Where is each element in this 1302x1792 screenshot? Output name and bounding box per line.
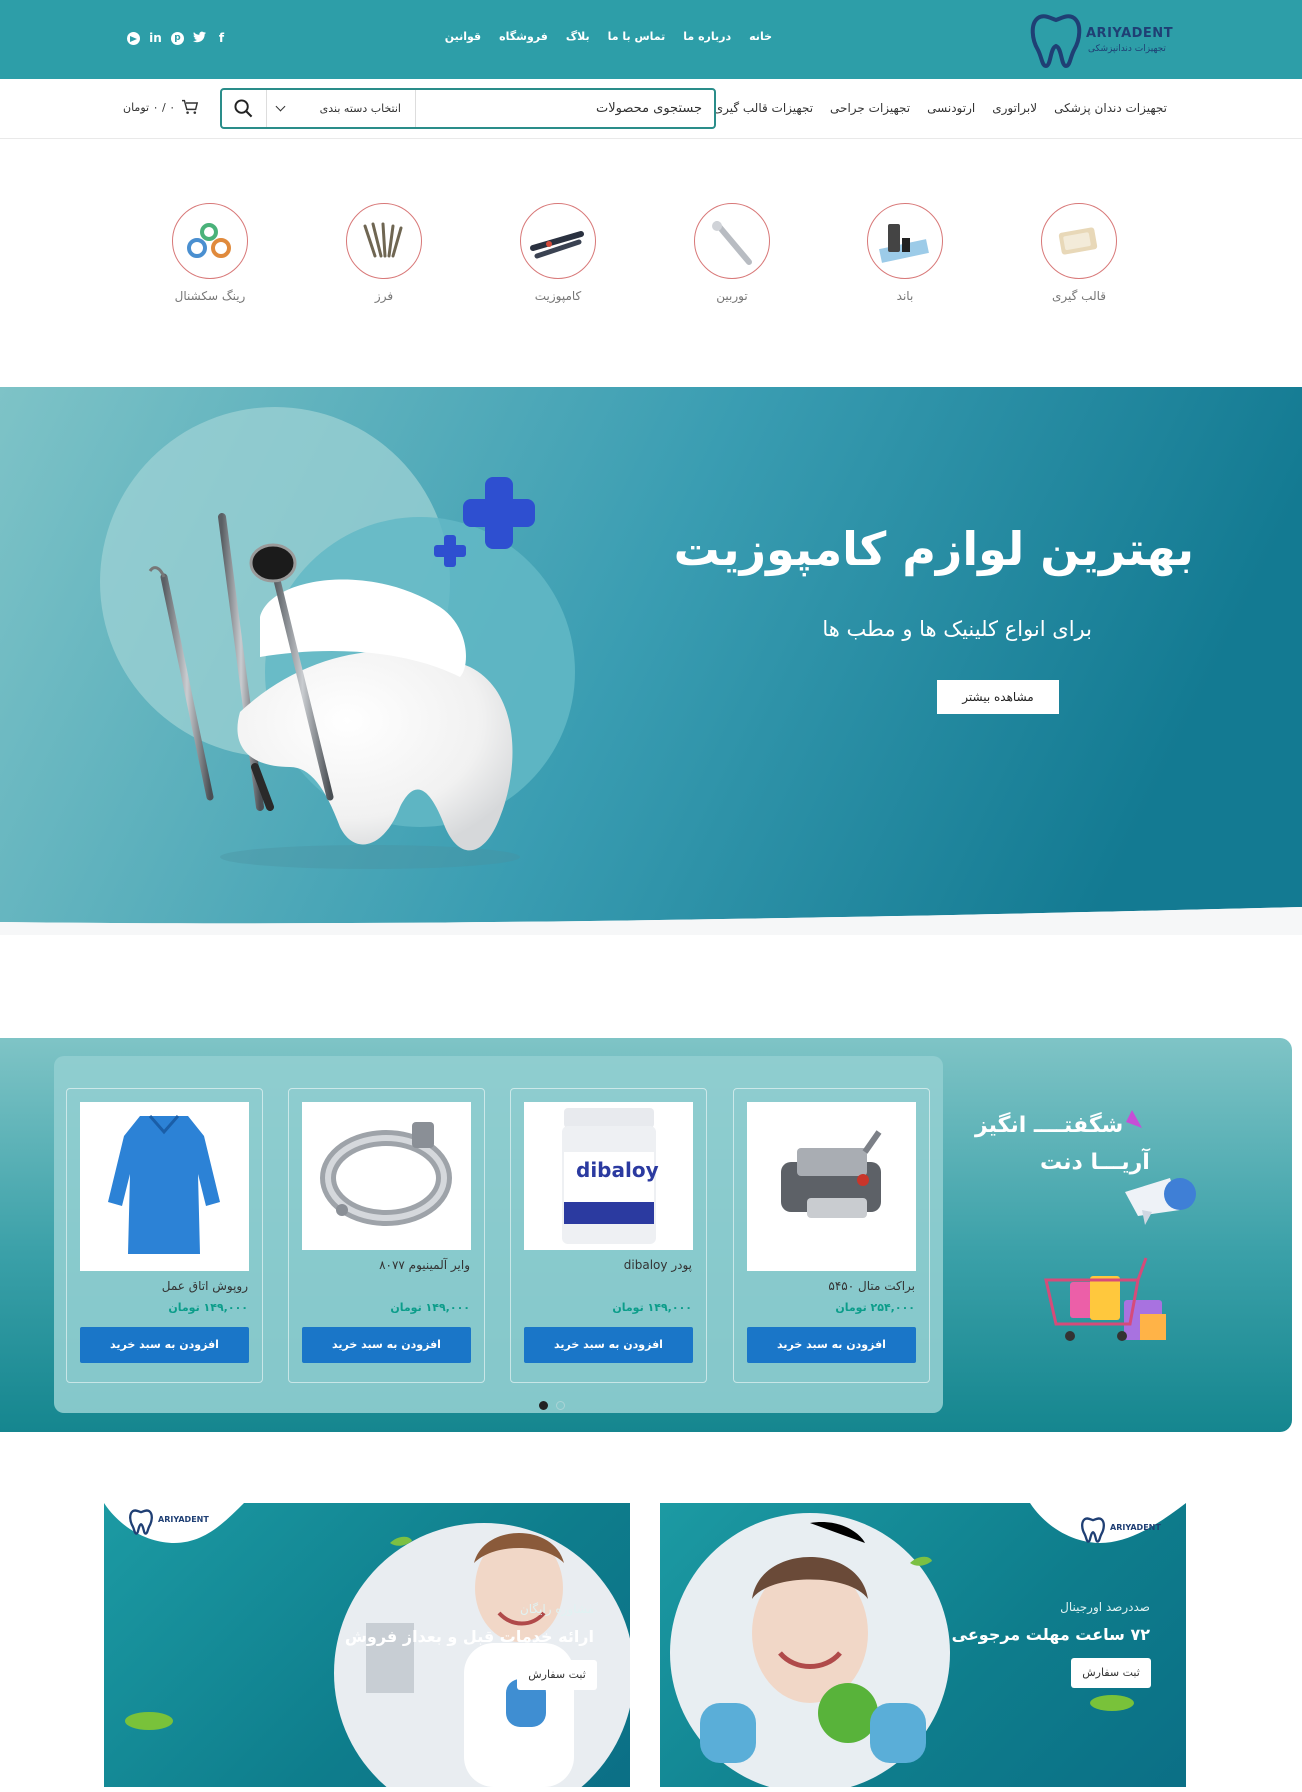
product-price: ۲۵۴,۰۰۰ تومان	[835, 1301, 915, 1314]
product-image-bracket	[747, 1102, 916, 1271]
category-circle-label: توربین	[716, 289, 748, 303]
promo-banner-return[interactable]: ARIYADENT صددرصد اورجینال ۷۲ ساعت مهلت م…	[660, 1503, 1186, 1787]
bur-image	[346, 203, 422, 279]
telegram-icon[interactable]	[127, 32, 140, 45]
sectional-ring-image	[172, 203, 248, 279]
category-circle-label: رینگ سکشنال	[174, 289, 246, 303]
nav-rules[interactable]: قوانین	[445, 30, 481, 43]
category-select-label: انتخاب دسته بندی	[319, 102, 401, 115]
category-circle-sectional-ring[interactable]: رینگ سکشنال	[165, 203, 255, 303]
search-icon	[234, 99, 253, 118]
promo-banner-service[interactable]: ARIYADENT مشاوره رایگان ارائه خدمات قبل …	[104, 1503, 630, 1787]
promo-logo: ARIYADENT	[1080, 1515, 1161, 1545]
category-impression[interactable]: تجهیزات قالب گیری	[714, 101, 813, 115]
amazing-offer-section: شگفتــــ انگیز آریـــا دنت براکت متال ۵۴…	[0, 1038, 1292, 1432]
carousel-dots	[539, 1401, 565, 1410]
product-price: ۱۴۹,۰۰۰ تومان	[612, 1301, 692, 1314]
carousel-dot-active[interactable]	[539, 1401, 548, 1410]
linkedin-icon[interactable]: in	[149, 31, 162, 46]
product-card[interactable]: وایر آلمینیوم ۸۰۷۷ ۱۴۹,۰۰۰ تومان افزودن …	[288, 1088, 485, 1383]
cart-icon	[182, 99, 199, 114]
product-image-aluminum-wire	[302, 1102, 471, 1250]
hero-subtitle: برای انواع کلینیک ها و مطب ها	[822, 617, 1092, 641]
cart[interactable]: ۰ / ۰ تومان	[123, 99, 199, 115]
dibaloy-label: dibaloy	[576, 1158, 659, 1182]
category-circle-label: کامپوزیت	[534, 289, 582, 303]
category-dental-equipment[interactable]: تجهیزات دندان پزشکی	[1054, 101, 1167, 115]
hero-title: بهترین لوازم کامپوزیت	[673, 522, 1194, 576]
hero-banner: بهترین لوازم کامپوزیت برای انواع کلینیک …	[0, 387, 1302, 935]
promo-logo-name: ARIYADENT	[1110, 1523, 1161, 1532]
nav-shop[interactable]: فروشگاه	[499, 30, 548, 43]
category-circle-label: باند	[896, 289, 914, 303]
category-circle-turbine[interactable]: توربین	[687, 203, 777, 303]
nav-home[interactable]: خانه	[749, 30, 772, 43]
order-button[interactable]: ثبت سفارش	[517, 1660, 597, 1690]
main-nav: خانه درباره ما تماس با ما بلاگ فروشگاه ق…	[445, 30, 772, 43]
product-image-surgical-gown	[80, 1102, 249, 1271]
offer-carousel: براکت متال ۵۴۵۰ ۲۵۴,۰۰۰ تومان افزودن به …	[54, 1056, 943, 1413]
product-name[interactable]: پودر dibaloy	[624, 1258, 692, 1272]
product-price: ۱۴۹,۰۰۰ تومان	[390, 1301, 470, 1314]
category-circle-impression[interactable]: قالب گیری	[1034, 203, 1124, 303]
category-orthodontics[interactable]: ارتودنسی	[927, 101, 975, 115]
add-to-cart-button[interactable]: افزودن به سبد خرید	[80, 1327, 249, 1363]
product-card[interactable]: dibaloy پودر dibaloy ۱۴۹,۰۰۰ تومان افزود…	[510, 1088, 707, 1383]
nav-about[interactable]: درباره ما	[683, 30, 731, 43]
add-to-cart-button[interactable]: افزودن به سبد خرید	[302, 1327, 471, 1363]
category-circle-composite[interactable]: کامپوزیت	[513, 203, 603, 303]
product-image-dibaloy: dibaloy	[524, 1102, 693, 1250]
promo-logo: ARIYADENT	[128, 1507, 209, 1537]
logo-name: ARIYADENT	[1086, 26, 1174, 41]
promo-title: ۷۲ ساعت مهلت مرجوعی	[951, 1625, 1150, 1644]
promo-logo-name: ARIYADENT	[158, 1515, 209, 1524]
impression-image	[1041, 203, 1117, 279]
shopping-cart-illustration	[1044, 1110, 1196, 1341]
category-bar: تجهیزات دندان پزشکی لابراتوری ارتودنسی ت…	[0, 79, 1302, 139]
nav-contact[interactable]: تماس با ما	[608, 30, 666, 43]
category-circle-label: فرز	[374, 289, 394, 303]
product-price: ۱۴۹,۰۰۰ تومان	[168, 1301, 248, 1314]
category-circle-label: قالب گیری	[1052, 289, 1106, 303]
tooth-illustration	[148, 477, 535, 869]
composite-image	[520, 203, 596, 279]
nav-blog[interactable]: بلاگ	[566, 30, 590, 43]
site-logo[interactable]: ARIYADENT تجهیزات دندانپزشکی	[1028, 10, 1173, 70]
product-name[interactable]: وایر آلمینیوم ۸۰۷۷	[379, 1258, 470, 1272]
category-select[interactable]: انتخاب دسته بندی	[266, 90, 416, 127]
promo-background	[670, 1503, 1186, 1787]
product-name[interactable]: براکت متال ۵۴۵۰	[828, 1279, 915, 1293]
category-circle-bur[interactable]: فرز	[339, 203, 429, 303]
promo-title: ارائه خدمات قبل و بعداز فروش	[344, 1627, 594, 1646]
top-bar: ARIYADENT تجهیزات دندانپزشکی خانه درباره…	[0, 0, 1302, 79]
category-nav: تجهیزات دندان پزشکی لابراتوری ارتودنسی ت…	[714, 101, 1167, 115]
product-name[interactable]: روپوش اتاق عمل	[162, 1279, 248, 1293]
add-to-cart-button[interactable]: افزودن به سبد خرید	[524, 1327, 693, 1363]
product-card[interactable]: براکت متال ۵۴۵۰ ۲۵۴,۰۰۰ تومان افزودن به …	[733, 1088, 930, 1383]
tooth-logo-icon	[1030, 14, 1082, 68]
pinterest-icon[interactable]: p	[171, 32, 184, 45]
product-card[interactable]: روپوش اتاق عمل ۱۴۹,۰۰۰ تومان افزودن به س…	[66, 1088, 263, 1383]
category-circle-bond[interactable]: باند	[860, 203, 950, 303]
search-box: انتخاب دسته بندی	[220, 88, 716, 129]
bond-image	[867, 203, 943, 279]
search-button[interactable]	[222, 90, 266, 127]
social-links: in p f	[127, 31, 228, 46]
promo-small-text: صددرصد اورجینال	[1060, 1600, 1150, 1614]
view-more-button[interactable]: مشاهده بیشتر	[937, 680, 1059, 714]
category-surgical[interactable]: تجهیزات جراحی	[830, 101, 910, 115]
promo-small-text: مشاوره رایگان	[519, 1602, 594, 1616]
order-button[interactable]: ثبت سفارش	[1071, 1658, 1151, 1688]
twitter-icon[interactable]	[193, 31, 206, 46]
cart-total: ۰ / ۰ تومان	[123, 100, 176, 114]
logo-tagline: تجهیزات دندانپزشکی	[1088, 44, 1166, 54]
facebook-icon[interactable]: f	[215, 31, 228, 46]
turbine-image	[694, 203, 770, 279]
add-to-cart-button[interactable]: افزودن به سبد خرید	[747, 1327, 916, 1363]
category-laboratory[interactable]: لابراتوری	[992, 101, 1037, 115]
category-circles: قالب گیری باند توربین کامپوزیت فرز رینگ …	[0, 203, 1302, 313]
chevron-down-icon	[275, 101, 286, 112]
carousel-dot[interactable]	[556, 1401, 565, 1410]
search-input[interactable]	[414, 90, 714, 127]
